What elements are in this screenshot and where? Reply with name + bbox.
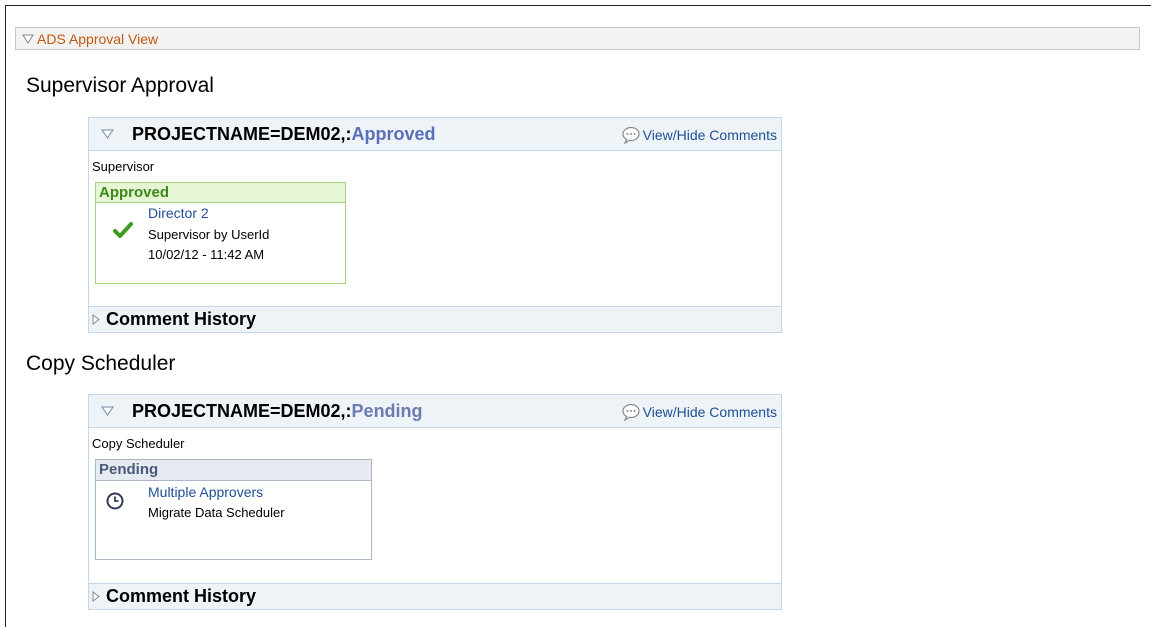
section-title-supervisor-approval: Supervisor Approval (26, 74, 214, 97)
comment-history-label: Comment History (106, 586, 257, 606)
frame-top-border (5, 5, 1151, 6)
view-hide-comments-link[interactable]: View/Hide Comments (621, 126, 777, 144)
comment-bubble-icon (622, 126, 640, 144)
approval-panel-supervisor: PROJECTNAME=DEM02,: Approved View/Hide Co… (88, 117, 782, 333)
pending-box-heading: Pending (96, 460, 371, 481)
clock-icon (106, 492, 124, 510)
status-pending: Pending (351, 400, 423, 421)
view-hide-comments-link[interactable]: View/Hide Comments (621, 403, 777, 421)
frame-left-border (5, 5, 6, 627)
expand-triangle-icon (92, 314, 100, 325)
approver-role: Supervisor by UserId (148, 227, 270, 242)
comment-bubble-icon (622, 403, 640, 421)
collapse-triangle-icon[interactable] (101, 406, 114, 416)
status-approved: Approved (351, 123, 436, 144)
view-hide-comments-label: View/Hide Comments (642, 127, 777, 143)
approver-role: Migrate Data Scheduler (148, 505, 285, 520)
comment-history-label: Comment History (106, 309, 257, 329)
ads-approval-view-toggle[interactable]: ADS Approval View (15, 27, 1140, 50)
view-hide-comments-label: View/Hide Comments (642, 404, 777, 420)
project-name: PROJECTNAME=DEM02,: (132, 123, 352, 144)
panel-header: PROJECTNAME=DEM02,: Approved View/Hide Co… (89, 118, 781, 151)
approved-box-heading: Approved (96, 183, 345, 203)
comment-history-toggle[interactable]: Comment History (89, 583, 781, 609)
group-title: ADS Approval View (37, 30, 159, 47)
pending-status-box: Pending Multiple Approvers Migrate Data … (95, 459, 372, 560)
project-name: PROJECTNAME=DEM02,: (132, 400, 352, 421)
approver-name-link[interactable]: Director 2 (148, 205, 209, 221)
collapse-triangle-icon[interactable] (101, 129, 114, 139)
checkmark-icon (113, 222, 133, 238)
approval-panel-copy-scheduler: PROJECTNAME=DEM02,: Pending View/Hide Com… (88, 394, 782, 610)
stage-label: Copy Scheduler (92, 436, 185, 451)
approver-name-link[interactable]: Multiple Approvers (148, 484, 263, 500)
section-title-copy-scheduler: Copy Scheduler (26, 352, 176, 375)
approved-status-box: Approved Director 2 Supervisor by UserId… (95, 182, 346, 284)
panel-header: PROJECTNAME=DEM02,: Pending View/Hide Com… (89, 395, 781, 428)
comment-history-toggle[interactable]: Comment History (89, 306, 781, 332)
expand-triangle-icon (92, 591, 100, 602)
stage-label: Supervisor (92, 159, 155, 174)
collapse-triangle-icon (22, 34, 34, 44)
approval-timestamp: 10/02/12 - 11:42 AM (148, 247, 265, 262)
